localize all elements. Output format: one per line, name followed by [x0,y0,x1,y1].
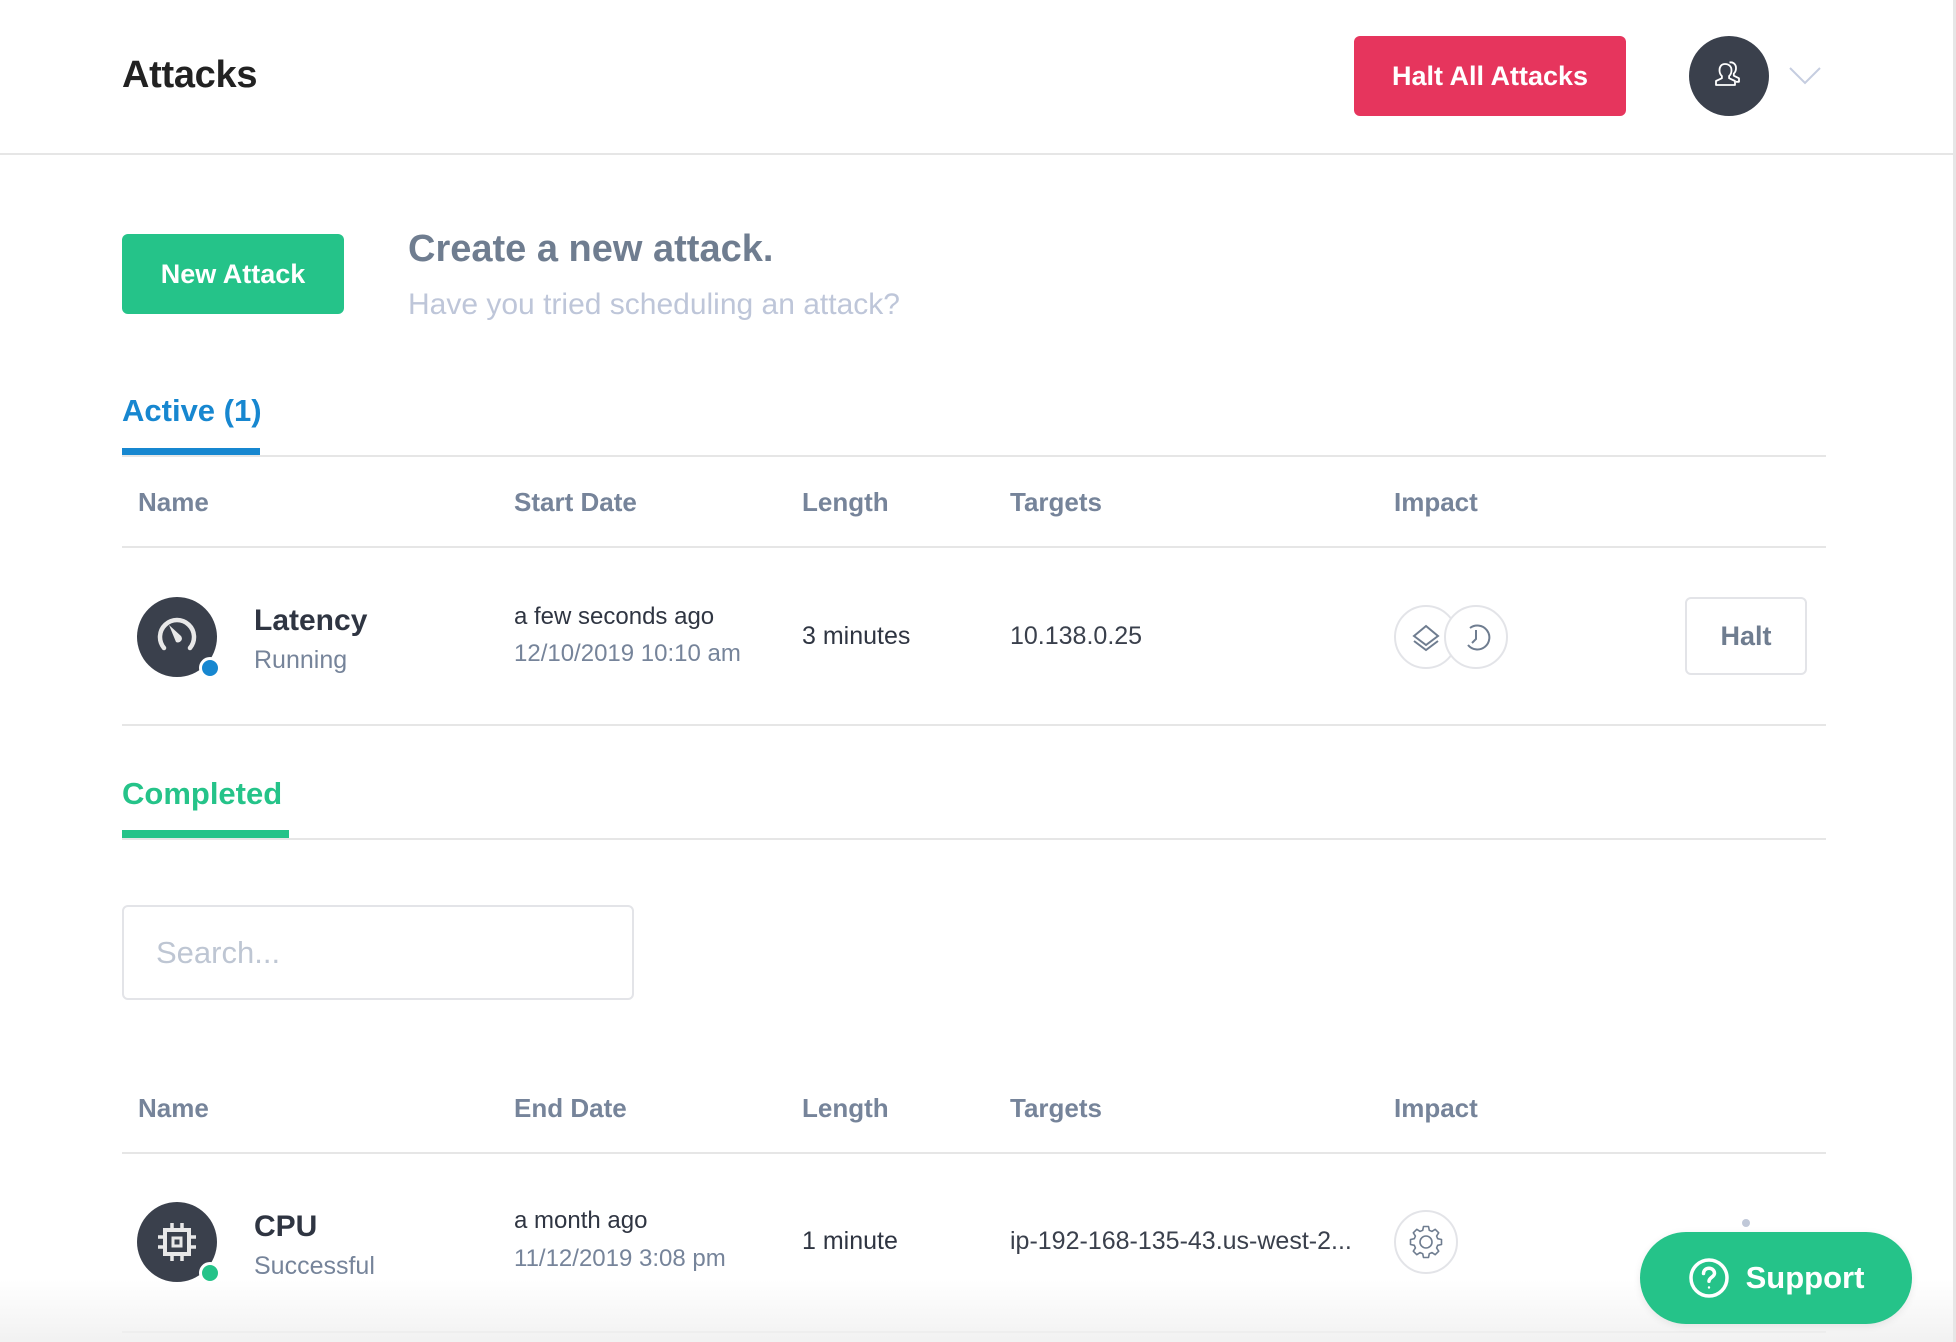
attack-length: 1 minute [802,1227,898,1255]
create-subtitle: Have you tried scheduling an attack? [408,288,900,321]
column-header-impact[interactable]: Impact [1394,1093,1478,1124]
support-button[interactable]: Support [1640,1232,1912,1324]
divider [122,546,1826,548]
column-header-end-date[interactable]: End Date [514,1093,627,1124]
column-header-start-date[interactable]: Start Date [514,487,637,518]
date-absolute: 12/10/2019 10:10 am [514,640,741,667]
impact-badge [1444,605,1508,669]
cpu-icon [158,1223,196,1261]
chevron-down-icon[interactable] [1788,66,1822,86]
divider [122,724,1826,726]
impact-badge [1394,1210,1458,1274]
layers-icon [1412,624,1440,652]
attack-target: 10.138.0.25 [1010,622,1143,650]
date-relative: a month ago [514,1207,648,1234]
divider [122,1152,1826,1154]
column-header-impact[interactable]: Impact [1394,487,1478,518]
status-dot-running [199,657,221,679]
tab-active[interactable]: Active (1) [122,393,262,429]
user-icon [1715,61,1740,86]
page-title: Attacks [122,54,258,96]
column-header-name[interactable]: Name [138,1093,209,1124]
halt-all-attacks-button[interactable]: Halt All Attacks [1354,36,1626,116]
row-menu-dot[interactable] [1742,1219,1750,1227]
create-title: Create a new attack. [408,228,774,270]
halt-button[interactable]: Halt [1685,597,1807,675]
help-circle-icon [1688,1258,1729,1298]
divider [122,455,1826,457]
gear-icon [1409,1225,1443,1259]
date-relative: a few seconds ago [514,603,715,630]
attack-name[interactable]: CPU [254,1210,317,1244]
date-absolute: 11/12/2019 3:08 pm [514,1245,726,1272]
gauge-icon [157,617,197,651]
divider [122,838,1826,840]
user-avatar[interactable] [1689,36,1769,116]
tab-completed-indicator [122,830,289,838]
column-header-targets[interactable]: Targets [1010,1093,1102,1124]
attack-target: ip-192-168-135-43.us-west-2... [1010,1227,1352,1255]
top-bar: Attacks Halt All Attacks [0,0,1954,155]
column-header-length[interactable]: Length [802,487,889,518]
column-header-targets[interactable]: Targets [1010,487,1102,518]
attack-status: Running [254,646,348,674]
column-header-name[interactable]: Name [138,487,209,518]
status-dot-successful [199,1262,221,1284]
attack-length: 3 minutes [802,622,911,650]
attack-status: Successful [254,1252,375,1280]
attack-type-avatar [137,597,221,679]
new-attack-button[interactable]: New Attack [122,234,344,314]
column-header-length[interactable]: Length [802,1093,889,1124]
search-input[interactable] [122,905,634,1000]
clock-icon [1467,624,1491,651]
divider [122,1331,1826,1333]
attack-type-avatar [137,1202,221,1284]
tab-completed[interactable]: Completed [122,776,282,812]
attack-name[interactable]: Latency [254,604,367,638]
support-label: Support [1745,1260,1865,1295]
